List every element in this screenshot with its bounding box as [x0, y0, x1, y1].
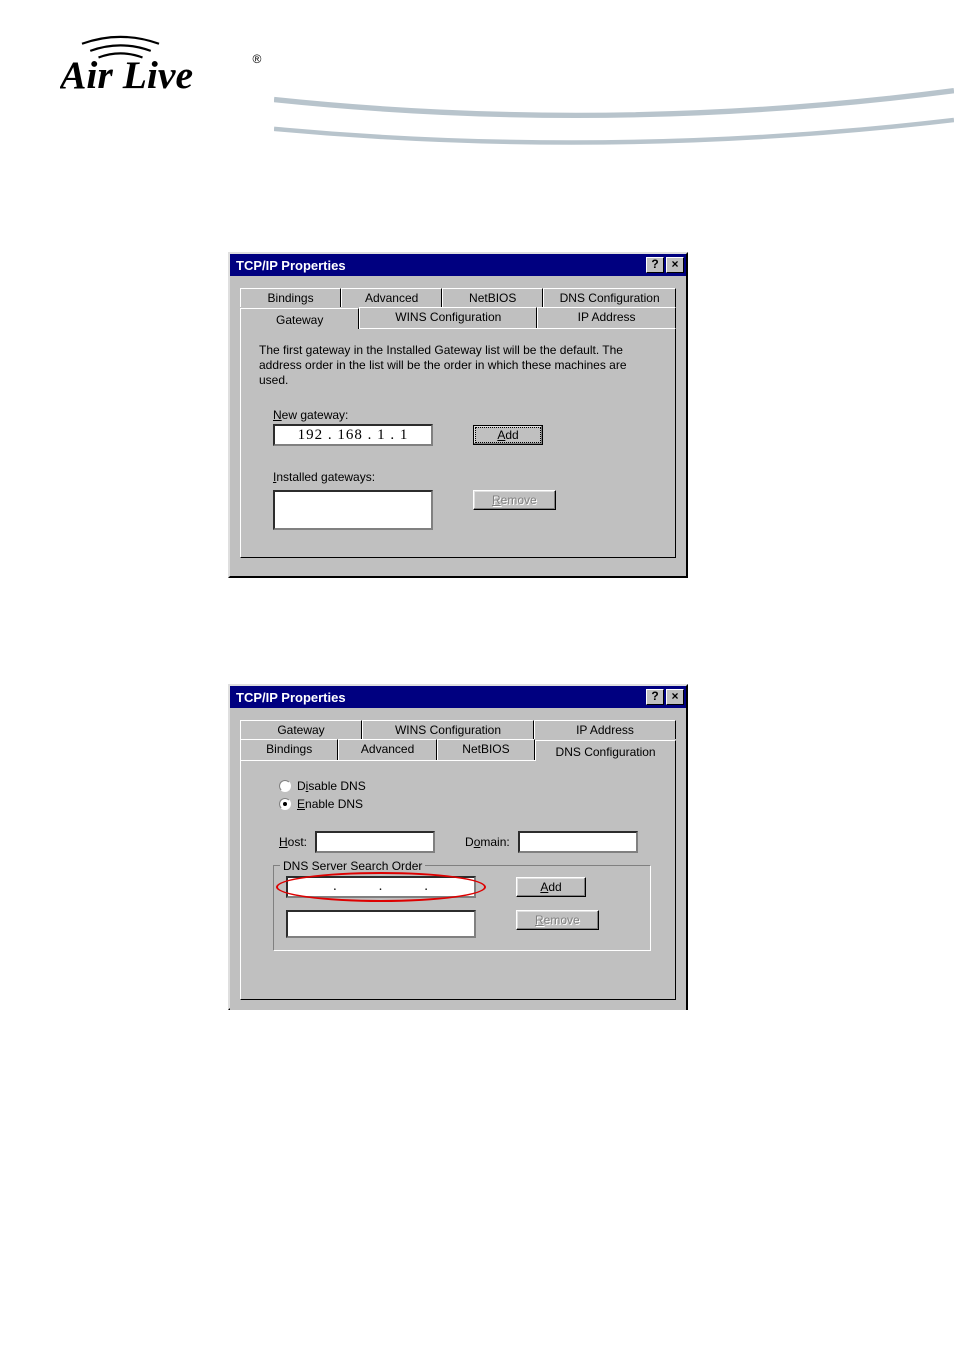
tab-dns-configuration[interactable]: DNS Configuration — [543, 288, 676, 307]
help-button[interactable]: ? — [646, 689, 664, 705]
dns-server-list[interactable] — [286, 910, 476, 938]
remove-button[interactable]: Remove — [473, 490, 556, 510]
close-icon: × — [671, 257, 678, 271]
domain-input[interactable] — [518, 831, 638, 853]
tab-gateway[interactable]: Gateway — [240, 308, 359, 329]
add-button[interactable]: Add — [516, 877, 586, 897]
help-icon: ? — [651, 257, 658, 271]
window-title: TCP/IP Properties — [236, 690, 346, 705]
tab-ip-address[interactable]: IP Address — [534, 720, 676, 739]
close-icon: × — [671, 689, 678, 703]
tab-advanced[interactable]: Advanced — [338, 739, 436, 760]
tab-gateway[interactable]: Gateway — [240, 720, 362, 739]
airlive-logo: Air Live ® — [60, 30, 280, 99]
disable-dns-radio[interactable]: Disable DNS — [279, 779, 657, 793]
gateway-panel: The first gateway in the Installed Gatew… — [240, 328, 676, 558]
close-button[interactable]: × — [666, 257, 684, 273]
titlebar[interactable]: TCP/IP Properties ? × — [230, 254, 686, 276]
tab-advanced[interactable]: Advanced — [341, 288, 442, 307]
host-label: Host: — [279, 835, 307, 849]
tab-wins-configuration[interactable]: WINS Configuration — [362, 720, 534, 739]
help-icon: ? — [651, 689, 658, 703]
close-button[interactable]: × — [666, 689, 684, 705]
dns-ip-input[interactable]: . . . — [286, 876, 476, 898]
installed-gateways-list[interactable] — [273, 490, 433, 530]
dns-panel: Disable DNS Enable DNS Host: Domain: DNS… — [240, 760, 676, 1000]
gateway-description: The first gateway in the Installed Gatew… — [259, 343, 657, 388]
tab-netbios[interactable]: NetBIOS — [437, 739, 535, 760]
radio-icon — [279, 798, 291, 810]
svg-text:®: ® — [253, 52, 262, 66]
help-button[interactable]: ? — [646, 257, 664, 273]
tab-netbios[interactable]: NetBIOS — [442, 288, 543, 307]
dns-search-order-label: DNS Server Search Order — [280, 859, 425, 873]
page-header: Air Live ® — [0, 0, 954, 110]
titlebar[interactable]: TCP/IP Properties ? × — [230, 686, 686, 708]
header-swoosh — [274, 80, 954, 160]
tab-bindings[interactable]: Bindings — [240, 739, 338, 760]
tab-bindings[interactable]: Bindings — [240, 288, 341, 307]
radio-icon — [279, 780, 291, 792]
window-title: TCP/IP Properties — [236, 258, 346, 273]
tcpip-properties-dialog-gateway: TCP/IP Properties ? × Bindings Advanced … — [228, 252, 688, 578]
tab-wins-configuration[interactable]: WINS Configuration — [359, 307, 537, 328]
add-button[interactable]: Add — [473, 425, 543, 445]
tab-dns-configuration[interactable]: DNS Configuration — [535, 740, 676, 761]
enable-dns-radio[interactable]: Enable DNS — [279, 797, 657, 811]
new-gateway-label: New gateway: — [273, 408, 657, 422]
domain-label: Domain: — [465, 835, 510, 849]
host-input[interactable] — [315, 831, 435, 853]
svg-text:Air Live: Air Live — [60, 53, 193, 96]
new-gateway-input[interactable]: 192 . 168 . 1 . 1 — [273, 424, 433, 446]
installed-gateways-label: Installed gateways: — [273, 470, 657, 484]
remove-button[interactable]: Remove — [516, 910, 599, 930]
tcpip-properties-dialog-dns: TCP/IP Properties ? × Gateway WINS Confi… — [228, 684, 688, 1010]
tab-ip-address[interactable]: IP Address — [537, 307, 676, 328]
